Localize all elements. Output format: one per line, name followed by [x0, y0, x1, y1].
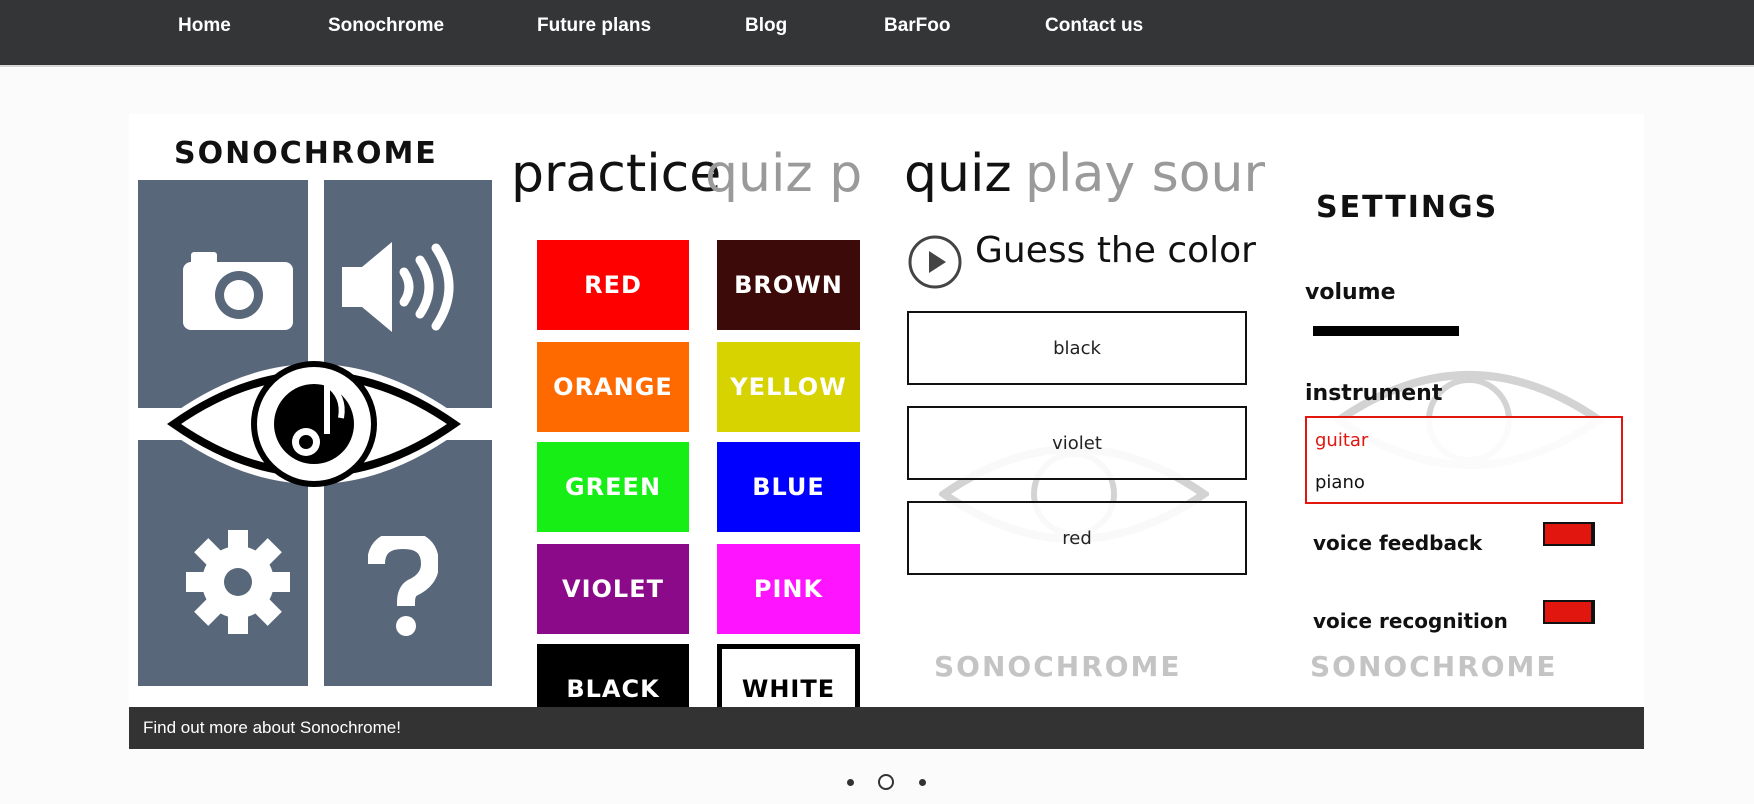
settings-watermark: SONOCHROME [1310, 650, 1558, 683]
pager-dot[interactable] [847, 779, 854, 786]
voice-recognition-label: voice recognition [1313, 609, 1508, 633]
instrument-option-piano[interactable]: piano [1315, 472, 1365, 493]
voice-feedback-label: voice feedback [1313, 531, 1483, 555]
answer-button[interactable]: red [907, 501, 1247, 575]
practice-panel: practice quiz p RED BROWN ORANGE YELLOW … [499, 114, 879, 750]
nav-sonochrome[interactable]: Sonochrome [328, 14, 444, 38]
instrument-label: instrument [1305, 381, 1443, 406]
tab-quiz-preview[interactable]: quiz p [705, 144, 862, 204]
color-yellow-button[interactable]: YELLOW [717, 342, 860, 432]
answer-button[interactable]: black [907, 311, 1247, 385]
pager-dot[interactable] [919, 779, 926, 786]
hero-slider[interactable]: SONOCHROME practice quiz p RED BROWN ORA… [129, 114, 1644, 750]
tab-quiz[interactable]: quiz [904, 144, 1012, 204]
color-blue-button[interactable]: BLUE [717, 442, 860, 532]
volume-slider[interactable] [1313, 326, 1459, 336]
nav-blog[interactable]: Blog [745, 14, 787, 38]
top-navigation: Home Sonochrome Future plans Blog BarFoo… [0, 0, 1754, 67]
color-orange-button[interactable]: ORANGE [537, 342, 689, 432]
camera-icon [183, 252, 293, 330]
instrument-select[interactable]: guitar piano [1305, 416, 1623, 504]
instrument-option-guitar[interactable]: guitar [1315, 430, 1368, 451]
app-logo: SONOCHROME [174, 136, 438, 171]
menu-panel: SONOCHROME [129, 114, 499, 750]
color-pink-button[interactable]: PINK [717, 544, 860, 634]
slide-caption-link[interactable]: Find out more about Sonochrome! [143, 718, 401, 738]
speaker-icon [342, 242, 454, 332]
color-brown-button[interactable]: BROWN [717, 240, 860, 330]
slide-caption-bar: Find out more about Sonochrome! [129, 707, 1644, 749]
color-violet-button[interactable]: VIOLET [537, 544, 689, 634]
tab-play-sound[interactable]: play soun [1025, 144, 1265, 204]
voice-feedback-toggle[interactable] [1543, 522, 1595, 546]
quiz-watermark: SONOCHROME [934, 650, 1182, 683]
voice-recognition-toggle[interactable] [1543, 600, 1595, 624]
nav-barfoo[interactable]: BarFoo [884, 14, 951, 38]
eye-logo-icon [159, 361, 469, 487]
volume-label: volume [1305, 280, 1396, 305]
gear-icon [186, 530, 290, 634]
nav-home[interactable]: Home [178, 14, 231, 38]
tab-practice[interactable]: practice [511, 144, 721, 204]
question-icon [368, 536, 438, 636]
nav-future-plans[interactable]: Future plans [537, 14, 651, 38]
settings-panel: SETTINGS volume instrument guitar piano … [1279, 114, 1644, 750]
color-green-button[interactable]: GREEN [537, 442, 689, 532]
color-red-button[interactable]: RED [537, 240, 689, 330]
quiz-prompt: Guess the color [975, 230, 1256, 271]
nav-contact-us[interactable]: Contact us [1045, 14, 1143, 38]
play-icon[interactable] [907, 234, 963, 290]
pager-dot-active[interactable] [878, 774, 894, 790]
settings-title: SETTINGS [1316, 190, 1499, 225]
answer-button[interactable]: violet [907, 406, 1247, 480]
